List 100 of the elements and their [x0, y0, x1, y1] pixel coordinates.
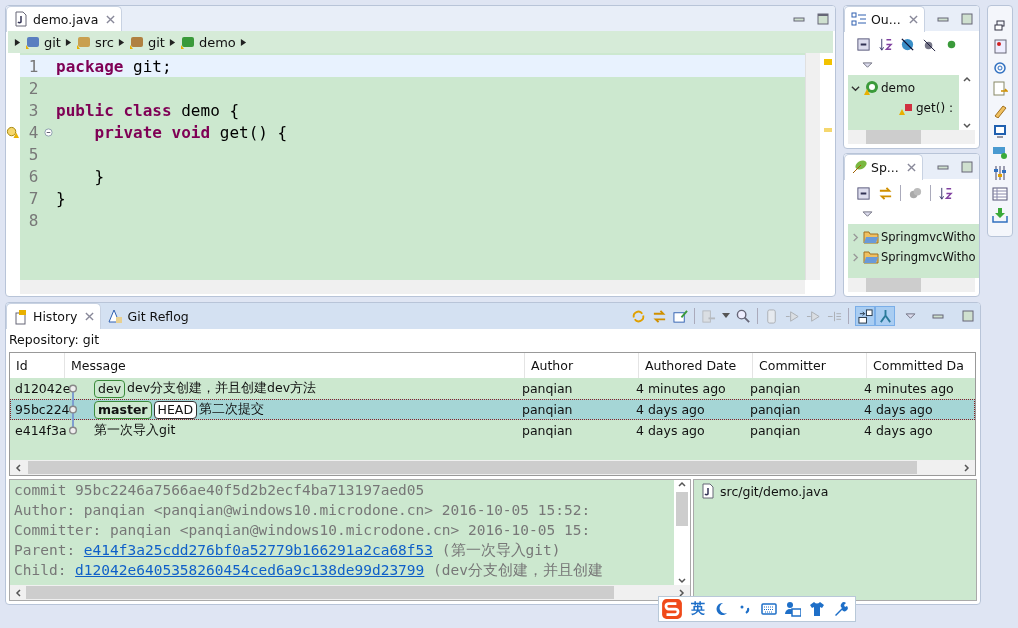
breadcrumb-item[interactable]: src — [75, 34, 114, 50]
ref-label: master — [94, 400, 152, 419]
chevron-down-icon[interactable] — [678, 577, 686, 585]
breadcrumb-item[interactable]: git — [128, 34, 165, 50]
column-header[interactable]: Id — [10, 353, 65, 378]
hide-fields-icon[interactable] — [900, 37, 915, 52]
chevron-up-icon[interactable] — [963, 75, 971, 83]
chevron-left-icon[interactable] — [14, 588, 22, 597]
sliders-icon[interactable] — [992, 165, 1008, 181]
chevron-right-icon[interactable] — [678, 588, 686, 597]
collapse-all-icon[interactable] — [856, 37, 871, 52]
detail-line: Committer: panqian <panqian@windows10.microdone.cn> 2016-10-05 15: — [14, 521, 592, 540]
chevron-down-icon[interactable] — [851, 83, 860, 93]
outline-tab[interactable]: Ou... — [844, 6, 925, 32]
outline-icon — [851, 11, 867, 27]
arrow-icon[interactable] — [14, 37, 21, 47]
layout-toggle[interactable] — [855, 306, 875, 326]
arrow-icon[interactable] — [117, 37, 125, 47]
table-cell-text: 4 days ago — [635, 402, 706, 417]
language-toggle[interactable]: 英 — [691, 600, 705, 618]
horizontal-scrollbar[interactable] — [10, 460, 975, 475]
branches-toggle[interactable] — [875, 306, 895, 326]
close-icon[interactable] — [908, 14, 918, 24]
keyboard-icon[interactable] — [761, 601, 777, 617]
editor-tab[interactable]: demo.java — [6, 6, 123, 32]
breadcrumb-item[interactable]: git — [25, 34, 61, 50]
commit-row[interactable]: 95bc224 master HEAD 第二次提交 panqian 4 days ago panqian 4 days ago — [10, 399, 975, 420]
reflog-icon — [107, 308, 124, 324]
column-header[interactable]: Message — [65, 353, 525, 378]
column-header[interactable]: Committed Da — [867, 353, 975, 378]
project-item[interactable]: SpringmvcWitho — [848, 227, 979, 247]
view-tab[interactable]: Git Reflog — [101, 303, 195, 329]
collapse-all-icon[interactable] — [856, 185, 871, 201]
chevron-left-icon[interactable] — [14, 463, 22, 472]
sort-icon[interactable] — [938, 185, 953, 201]
hide-static-icon[interactable] — [922, 37, 937, 52]
outline-item[interactable]: get() : — [848, 98, 959, 118]
code-line: } — [93, 166, 105, 186]
commit-link[interactable]: d12042e6405358260454ced6a9c138de99d23799 — [75, 562, 425, 578]
view-tab[interactable]: History — [6, 303, 102, 329]
restore-icon[interactable] — [992, 18, 1008, 34]
breadcrumb-item[interactable]: demo — [179, 34, 236, 50]
outline-item[interactable]: demo — [848, 78, 959, 98]
dropdown-icon[interactable] — [722, 313, 730, 319]
horizontal-scrollbar[interactable] — [848, 278, 975, 292]
server-icon[interactable] — [992, 39, 1008, 55]
console-icon[interactable] — [992, 144, 1008, 160]
chevron-down-icon[interactable] — [963, 122, 971, 130]
line-number: 7 — [27, 188, 40, 208]
scrollbar-thumb[interactable] — [676, 492, 688, 526]
column-header[interactable]: Authored Date — [639, 353, 753, 378]
arrow-icon[interactable] — [168, 37, 176, 47]
column-header[interactable]: Committer — [753, 353, 867, 378]
commit-note: (dev分支创建，并且创建 — [432, 562, 603, 578]
close-icon[interactable] — [906, 162, 916, 172]
collapse-icon[interactable] — [44, 127, 53, 137]
logo-icon[interactable] — [661, 598, 683, 620]
shirt-icon[interactable] — [809, 601, 825, 617]
maximize-icon[interactable] — [962, 310, 974, 322]
arrow-icon[interactable] — [64, 37, 72, 47]
project-item[interactable]: SpringmvcWitho — [848, 247, 979, 267]
commit-row[interactable]: d12042e dev dev分支创建，并且创建dev方法 panqian 4 minutes ago panqian 4 minutes ago — [10, 378, 975, 399]
close-icon[interactable] — [106, 14, 116, 24]
commit-link[interactable]: e414f3a25cdd276bf0a52779b166291a2ca68f53 — [83, 542, 434, 558]
horizontal-scrollbar[interactable] — [10, 585, 690, 600]
commit-row[interactable]: e414f3a 第一次导入git panqian 4 days ago panqian 4 days ago — [10, 420, 975, 441]
view-menu-icon[interactable] — [862, 62, 873, 69]
overview-marker[interactable] — [824, 128, 832, 132]
horizontal-scrollbar[interactable] — [848, 130, 975, 144]
overview-marker[interactable] — [824, 59, 832, 65]
close-icon[interactable] — [85, 312, 95, 321]
sort-icon[interactable] — [878, 37, 893, 52]
link-icon[interactable] — [652, 308, 667, 324]
link-icon[interactable] — [878, 185, 893, 201]
view-menu-icon[interactable] — [905, 312, 916, 320]
vertical-scrollbar[interactable] — [674, 480, 690, 585]
beans-icon[interactable] — [908, 185, 923, 201]
search-icon[interactable] — [736, 308, 751, 324]
maximize-icon[interactable] — [817, 12, 829, 25]
pin-icon[interactable] — [673, 308, 688, 324]
spring-explorer-tab[interactable]: Sp... — [844, 154, 923, 180]
file-item[interactable]: src/git/demo.java — [700, 483, 970, 499]
at-icon[interactable] — [992, 60, 1008, 76]
maximize-icon[interactable] — [961, 12, 973, 25]
vertical-scrollbar[interactable] — [805, 53, 820, 280]
horizontal-scrollbar[interactable] — [20, 280, 805, 294]
arrow-icon[interactable] — [239, 37, 247, 47]
table-cell-text: panqian — [749, 381, 802, 396]
maximize-icon[interactable] — [961, 160, 973, 173]
table-icon[interactable] — [992, 186, 1008, 202]
document-icon[interactable] — [992, 81, 1008, 97]
table-cell-text: panqian — [521, 381, 574, 396]
monitor-icon[interactable] — [992, 123, 1008, 139]
view-menu-icon[interactable] — [862, 211, 873, 218]
chevron-up-icon[interactable] — [678, 480, 686, 488]
user-card-icon[interactable] — [785, 601, 801, 617]
chevron-right-icon[interactable] — [963, 463, 971, 472]
wrench-icon[interactable] — [833, 601, 849, 617]
column-header[interactable]: Author — [525, 353, 639, 378]
download-icon[interactable] — [992, 207, 1008, 223]
